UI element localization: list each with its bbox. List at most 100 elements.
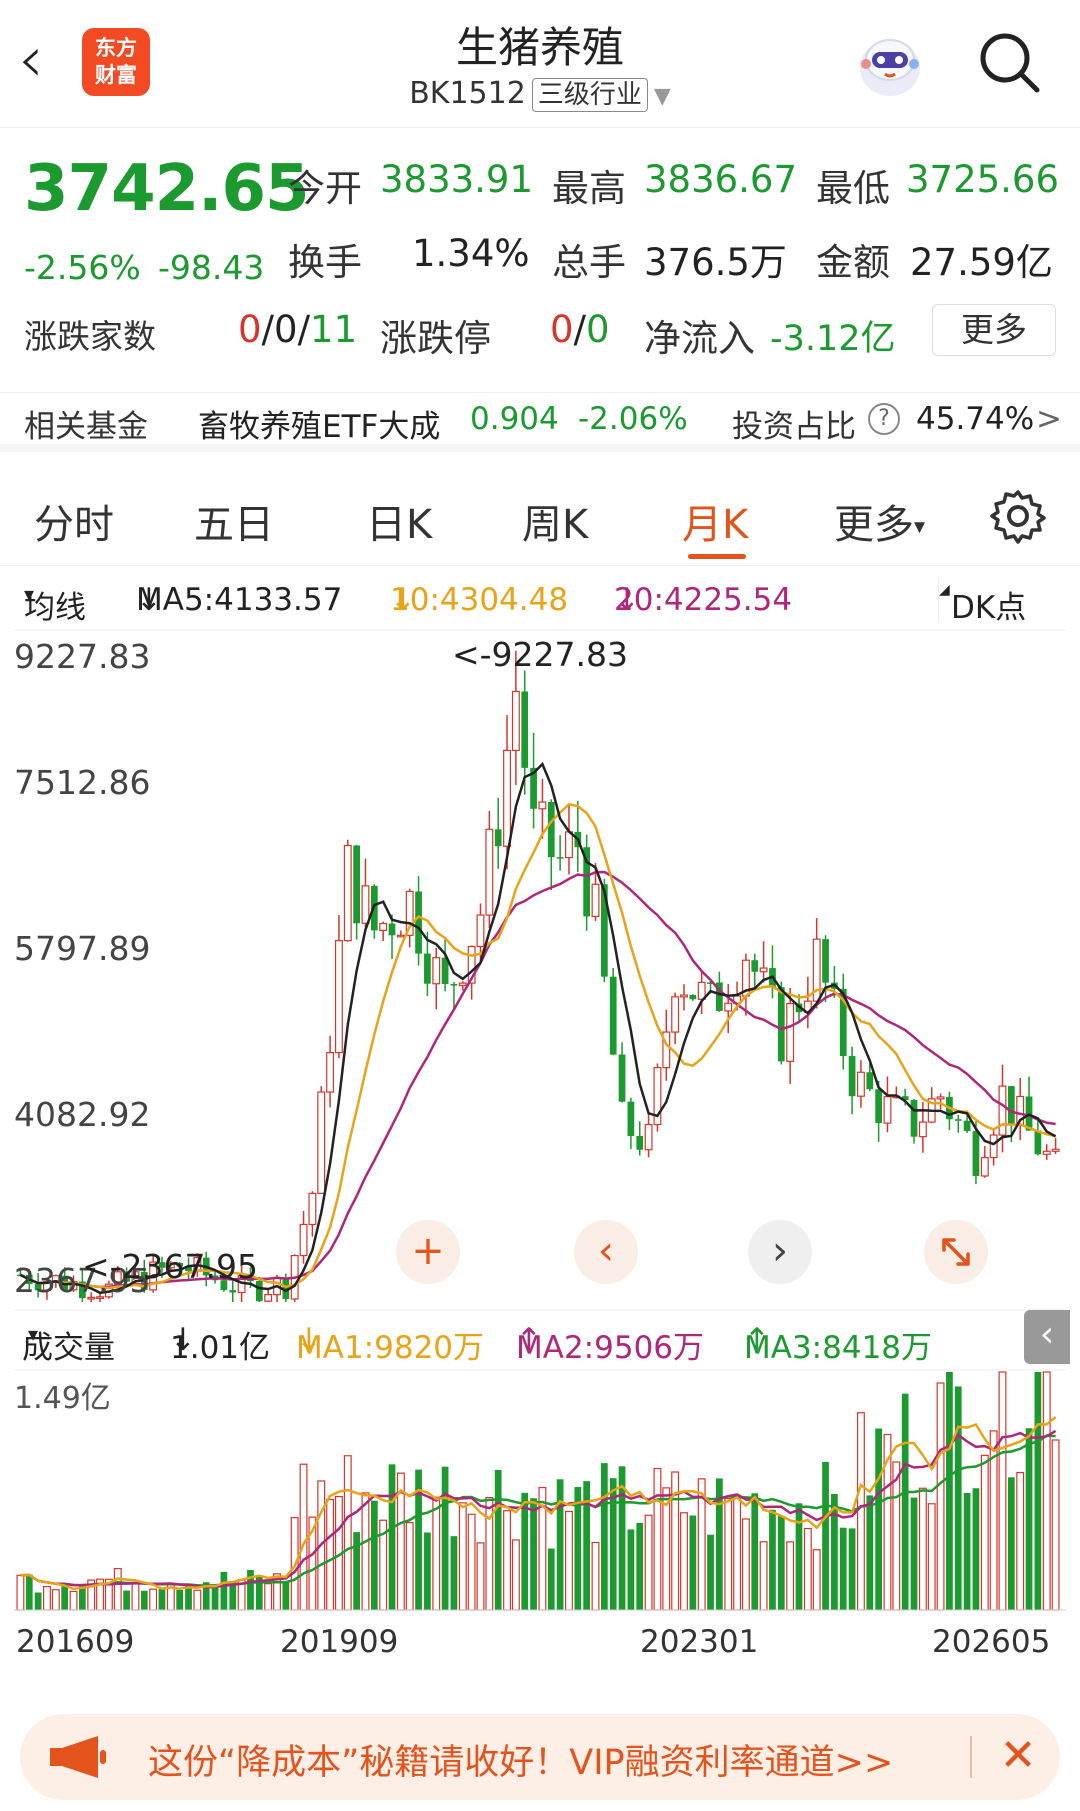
volume-bar: [424, 1532, 431, 1610]
volume-bar: [680, 1512, 688, 1611]
limit-values: 0/0: [550, 308, 610, 351]
volume-bar: [467, 1513, 476, 1611]
volume-bar: [901, 1393, 909, 1610]
ma10-line: [19, 802, 1056, 1290]
caret-down-icon: ▾: [28, 1322, 39, 1346]
volume-label: 总手: [552, 241, 626, 284]
volume-bar: [176, 1589, 184, 1610]
tab-daily-k[interactable]: 日K: [366, 492, 432, 550]
candle-body: [786, 1002, 795, 1062]
turnover-label: 换手: [288, 241, 362, 284]
dk-point-button[interactable]: DK点 ◢: [938, 578, 1068, 626]
candle-body: [989, 1134, 998, 1159]
tab-five-day[interactable]: 五日: [194, 492, 274, 550]
candle-body: [353, 845, 360, 924]
volume-bar: [733, 1496, 742, 1611]
turnover-value: 1.34%: [412, 232, 530, 275]
volume-bar: [530, 1498, 537, 1610]
candle-body: [724, 1002, 733, 1012]
active-tab-indicator: [688, 554, 746, 559]
candle-body: [458, 982, 467, 987]
fund-section-label: 相关基金: [24, 409, 148, 445]
tab-weekly-k[interactable]: 周K: [522, 492, 588, 550]
scroll-right-button[interactable]: ›: [748, 1220, 812, 1284]
megaphone-icon: [50, 1736, 106, 1778]
more-stats-button[interactable]: 更多: [932, 304, 1056, 356]
candle-body: [918, 1121, 927, 1138]
arrow-down-icon: ↓: [390, 582, 416, 618]
candle-body: [998, 1085, 1007, 1136]
volume-bar: [662, 1487, 671, 1611]
candle-body: [777, 987, 785, 1062]
candle-body: [432, 957, 441, 985]
ma10-text: 10:4304.48: [390, 582, 569, 618]
volume-bar: [1016, 1471, 1025, 1611]
promo-banner[interactable]: 这份“降成本”秘籍请收好！VIP融资利率通道>> ✕: [20, 1714, 1060, 1800]
volume-bar: [556, 1479, 564, 1610]
volume-bar: [910, 1497, 918, 1610]
volume-bar: [972, 1488, 980, 1610]
volume-bar: [927, 1503, 936, 1611]
volume-bar: [503, 1510, 511, 1611]
candle-body: [388, 923, 396, 936]
help-icon[interactable]: ?: [868, 403, 900, 435]
volume-ma3-text: MA3:8418万: [744, 1330, 933, 1366]
volume-bar: [741, 1518, 750, 1611]
candle-body: [343, 844, 352, 942]
chevron-down-icon[interactable]: ▼: [654, 84, 671, 109]
search-icon[interactable]: [975, 28, 1045, 98]
volume-bar: [264, 1583, 273, 1611]
candle-body: [476, 914, 485, 948]
amount-value: 27.59亿: [910, 241, 1053, 284]
volume-bar: [282, 1580, 290, 1610]
tab-more-label: 更多: [834, 502, 914, 548]
fund-name[interactable]: 畜牧养殖ETF大成: [198, 401, 440, 446]
volume-bar-series: [16, 1371, 1060, 1611]
volume-bar: [43, 1585, 51, 1611]
volume-bar: [689, 1515, 697, 1610]
volume-bar: [786, 1541, 795, 1611]
volume-bar: [565, 1510, 573, 1611]
assistant-robot-icon[interactable]: [850, 24, 930, 104]
candle-body: [521, 691, 529, 768]
scroll-left-button[interactable]: ‹: [574, 1220, 638, 1284]
tab-more[interactable]: 更多▾: [834, 492, 925, 550]
gear-icon[interactable]: [990, 488, 1046, 544]
zoom-in-button[interactable]: +: [396, 1220, 460, 1284]
volume-bar: [432, 1496, 441, 1611]
candle-body: [308, 1192, 317, 1226]
fullscreen-button[interactable]: [924, 1220, 988, 1284]
volume-bar: [998, 1371, 1007, 1611]
volume-bar: [946, 1372, 953, 1610]
volume-bar: [476, 1542, 485, 1611]
date-label-4: 202605: [932, 1624, 1051, 1660]
tab-intraday[interactable]: 分时: [34, 492, 114, 550]
candle-body: [299, 1223, 308, 1257]
volume-bar: [511, 1539, 520, 1611]
volume-bar: [149, 1588, 158, 1611]
tab-monthly-k[interactable]: 月K: [682, 492, 748, 550]
date-label-3: 202301: [640, 1624, 759, 1660]
collapse-panel-button[interactable]: ‹: [1024, 1310, 1070, 1364]
volume-bar: [751, 1493, 759, 1610]
candle-body: [424, 953, 431, 984]
ma20-text: 20:4225.54: [614, 582, 793, 618]
fund-ratio-value: 45.74%: [916, 401, 1035, 437]
promo-text[interactable]: 这份“降成本”秘籍请收好！VIP融资利率通道>>: [148, 1734, 893, 1785]
netflow-label: 净流入: [644, 317, 755, 360]
monthly-kline-chart[interactable]: 9227.83 7512.86 5797.89 4082.92 2367.95 …: [0, 624, 1080, 1314]
ma20-line: [19, 870, 1056, 1289]
volume-bar-chart[interactable]: 1.49亿: [0, 1366, 1080, 1616]
y-label-3: 5797.89: [14, 929, 150, 968]
volume-bar: [61, 1584, 69, 1610]
volume-bar: [326, 1498, 335, 1611]
chevron-right-icon[interactable]: >: [1036, 401, 1062, 437]
related-fund-row[interactable]: 相关基金 畜牧养殖ETF大成 0.904 -2.06% 投资占比 ? 45.74…: [0, 392, 1080, 452]
volume-bar: [866, 1495, 874, 1610]
arrow-up-icon: ↑: [744, 1322, 770, 1358]
volume-bar: [1051, 1439, 1060, 1611]
volume-ma2-line: [20, 1429, 1057, 1589]
breadth-label: 涨跌家数: [24, 317, 156, 356]
candle-body: [556, 857, 564, 859]
close-icon[interactable]: ✕: [988, 1726, 1048, 1786]
